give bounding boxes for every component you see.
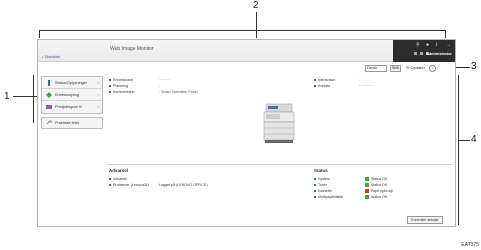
sidebar-item-status[interactable]: Status/Oplysninger ›	[42, 77, 102, 89]
alert-label: Advarsel	[109, 177, 127, 181]
alert-title: Advarsel	[109, 168, 129, 173]
sidebar-item-label: Enhedsstyring	[55, 92, 80, 97]
sidebar-menu: Status/Oplysninger › Enhedsstyring › Pri…	[41, 76, 103, 114]
alert-value: Logget på (LENOVO OFFICE)	[159, 183, 208, 187]
admin-label: Administrator	[425, 51, 452, 56]
status-value: Status OK	[365, 177, 387, 181]
info-icon[interactable]: i	[436, 43, 441, 48]
status-label: System	[314, 177, 330, 181]
printer-image	[263, 103, 295, 143]
chevron-right-icon: ›	[97, 80, 99, 85]
callout-4: 4	[471, 134, 477, 145]
alert-label: Problemer (Lenovo01)	[109, 183, 149, 187]
info-label: Kommentarer	[109, 90, 135, 94]
language-select[interactable]: Dansk	[365, 65, 387, 72]
status-icon	[48, 79, 50, 86]
sidebar-item-device[interactable]: Enhedsstyring ›	[42, 89, 102, 101]
main-content: Enhedsnavn ········· Placering : Komment…	[107, 76, 453, 226]
info-value: :	[159, 84, 160, 88]
header-bar: • Startside Web Image Monitor ⚲ ● i → Ad…	[38, 40, 455, 62]
sidebar-item-label: Printjob/spool fil	[55, 105, 82, 109]
info-value: : ···········	[359, 84, 375, 88]
device-icon	[46, 91, 52, 98]
callout-bracket-2-right	[445, 30, 446, 38]
callout-bracket-2-left	[39, 30, 40, 38]
status-label: Multipapirbakke	[314, 195, 343, 199]
refresh-icon: ↻	[406, 65, 410, 70]
sidebar: Status/Oplysninger › Enhedsstyring › Pri…	[38, 76, 105, 226]
status-value: Status OK	[365, 183, 387, 187]
ok-icon	[365, 195, 369, 199]
link-icon	[46, 120, 52, 125]
toolbar: Dansk Skift ↻ Opdatér ?	[38, 62, 455, 76]
callout-1: 1	[4, 91, 10, 102]
refresh-button[interactable]: ↻ Opdatér	[406, 65, 425, 70]
callout-bracket-4	[458, 75, 459, 225]
app-title: Web Image Monitor	[110, 46, 154, 52]
info-label: Placering	[109, 84, 128, 88]
sidebar-item-printjob[interactable]: Printjob/spool fil ›	[42, 101, 102, 113]
status-title: Status	[314, 168, 328, 173]
sidebar-item-label: Status/Oplysninger	[55, 80, 88, 85]
info-value: : Smart Operation Panel	[159, 90, 198, 94]
callout-bracket-1	[33, 75, 34, 123]
info-value: ·········	[159, 78, 170, 82]
figure-code: EAT375	[461, 242, 479, 248]
language-apply-button[interactable]: Skift	[390, 65, 401, 72]
chevron-right-icon: ›	[97, 92, 99, 97]
callout-bracket-2	[39, 30, 445, 31]
printjob-icon	[46, 105, 52, 109]
header-dark-panel: ⚲ ● i → Administrator	[393, 40, 455, 62]
ok-icon	[365, 177, 369, 181]
ok-icon	[365, 183, 369, 187]
section-divider	[107, 164, 453, 165]
info-value: :	[359, 78, 360, 82]
sidebar-item-label: Praktiske links	[55, 121, 80, 125]
error-icon	[365, 189, 369, 193]
status-value: Papir opbrugt	[365, 189, 393, 193]
home-link[interactable]: • Startside	[42, 54, 60, 59]
status-label: Toner	[314, 183, 327, 187]
check-details-button[interactable]: Kontrollér detaljer	[407, 216, 443, 224]
callout-2: 2	[253, 0, 259, 11]
help-icon[interactable]: ?	[429, 65, 436, 72]
info-label: Værtsnavn	[314, 78, 335, 82]
web-image-monitor-window: • Startside Web Image Monitor ⚲ ● i → Ad…	[37, 39, 456, 227]
user-icon[interactable]: ●	[426, 43, 431, 48]
callout-3: 3	[471, 61, 477, 72]
info-label: Kontakt	[314, 84, 330, 88]
chevron-right-icon: ›	[97, 104, 99, 109]
status-label: Kassette	[314, 189, 332, 193]
callout-line-4	[458, 140, 470, 141]
callout-line-2	[256, 12, 257, 38]
sidebar-item-links[interactable]: Praktiske links	[41, 117, 103, 129]
info-label: Enhedsnavn	[109, 78, 133, 82]
status-value: Status OK	[365, 195, 387, 199]
search-icon[interactable]: ⚲	[416, 43, 421, 48]
logout-icon[interactable]: →	[446, 43, 451, 48]
refresh-label: Opdatér	[410, 65, 425, 70]
